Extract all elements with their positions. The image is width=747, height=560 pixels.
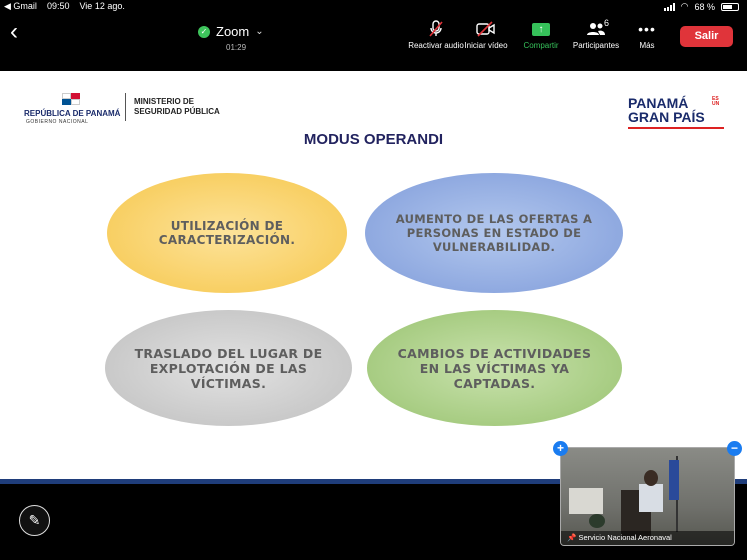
battery-icon	[721, 2, 739, 11]
oval-text: CAMBIOS DE ACTIVIDADES EN LAS VÍCTIMAS Y…	[397, 345, 592, 391]
slide-title: MODUS OPERANDI	[303, 131, 444, 148]
start-video-button[interactable]: Iniciar vídeo	[456, 20, 516, 50]
pin-icon: 📌	[567, 533, 577, 542]
more-label: Más	[639, 41, 655, 50]
minimize-tile-minus-icon[interactable]: −	[727, 441, 742, 456]
cellular-signal-icon	[663, 2, 675, 11]
clock: 09:50	[46, 1, 70, 11]
video-off-icon	[456, 20, 516, 38]
more-button[interactable]: ••• Más	[617, 20, 677, 50]
panama-flag-icon	[62, 93, 80, 105]
meeting-info-button[interactable]: ✓ Zoom ⌄	[198, 24, 264, 39]
status-bar: ◀ Gmail 09:50 Vie 12 ago. ◠ 68 %	[0, 0, 747, 14]
video-projector-screen	[569, 488, 603, 514]
brand-underline	[628, 127, 724, 129]
oval-text: AUMENTO DE LAS OFERTAS A PERSONAS EN EST…	[395, 212, 593, 254]
ministry-line-1: MINISTERIO DE	[134, 97, 195, 106]
brand-line-2: GRAN PAÍS	[628, 109, 705, 125]
republic-text: REPÚBLICA DE PANAMÁ	[24, 109, 121, 118]
chevron-down-icon: ⌄	[255, 26, 264, 37]
video-speaker-body	[639, 484, 663, 512]
shared-screen-slide: REPÚBLICA DE PANAMÁ GOBIERNO NACIONAL MI…	[0, 71, 747, 484]
encryption-shield-icon: ✓	[198, 25, 210, 38]
annotate-pen-button[interactable]: ✎	[19, 505, 50, 536]
participant-name-text: Servicio Nacional Aeronaval	[578, 533, 672, 542]
video-plant	[589, 514, 605, 528]
government-text: GOBIERNO NACIONAL	[26, 119, 89, 125]
more-dots-icon: •••	[638, 21, 656, 37]
oval-item: CAMBIOS DE ACTIVIDADES EN LAS VÍCTIMAS Y…	[367, 310, 622, 426]
oval-item: UTILIZACIÓN DE CARACTERIZACIÓN.	[107, 173, 347, 293]
share-screen-button[interactable]: ↑ Compartir	[511, 20, 571, 50]
share-screen-label: Compartir	[523, 41, 559, 50]
oval-text: UTILIZACIÓN DE CARACTERIZACIÓN.	[158, 219, 296, 247]
wifi-icon: ◠	[680, 1, 689, 11]
start-video-label: Iniciar vídeo	[464, 41, 508, 50]
pen-icon: ✎	[28, 512, 41, 528]
date: Vie 12 ago.	[79, 1, 125, 11]
brand-es-un: ES UN	[712, 96, 720, 107]
participant-video-tile[interactable]: 📌 Servicio Nacional Aeronaval	[560, 447, 735, 546]
meeting-timer: 01:29	[226, 43, 247, 52]
share-arrow-icon: ↑	[532, 22, 550, 36]
leave-meeting-button[interactable]: Salir	[680, 26, 733, 47]
video-speaker-head	[644, 470, 658, 486]
oval-item: AUMENTO DE LAS OFERTAS A PERSONAS EN EST…	[365, 173, 623, 293]
back-to-app-link[interactable]: ◀ Gmail	[4, 1, 37, 12]
participants-label: Participantes	[572, 41, 620, 50]
ministry-line-2: SEGURIDAD PÚBLICA	[134, 107, 220, 116]
meeting-toolbar: ‹ ✓ Zoom ⌄ 01:29 Reactivar audio Iniciar…	[0, 14, 747, 56]
video-flag	[669, 460, 679, 500]
battery-percent: 68 %	[694, 1, 715, 12]
expand-tile-plus-icon[interactable]: +	[553, 441, 568, 456]
participants-count: 6	[604, 18, 610, 28]
back-chevron-icon[interactable]: ‹	[10, 20, 18, 44]
meeting-title: Zoom	[216, 24, 250, 39]
participant-name: 📌 Servicio Nacional Aeronaval	[561, 531, 734, 545]
logo-divider	[125, 93, 126, 121]
panama-gran-pais-logo: PANAMÁ GRAN PAÍS ES UN	[628, 95, 724, 129]
ministry-name: MINISTERIO DE SEGURIDAD PÚBLICA	[134, 97, 220, 117]
oval-item: TRASLADO DEL LUGAR DE EXPLOTACIÓN DE LAS…	[105, 310, 352, 426]
oval-text: TRASLADO DEL LUGAR DE EXPLOTACIÓN DE LAS…	[134, 345, 323, 391]
brand-line-1: PANAMÁ	[628, 95, 689, 111]
